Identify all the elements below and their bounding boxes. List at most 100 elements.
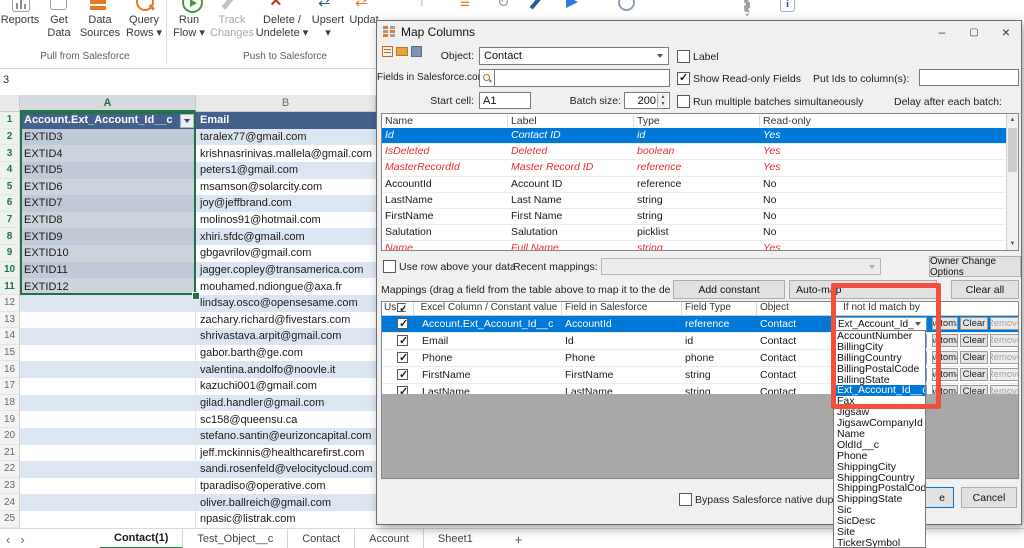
cell-a[interactable] [20, 378, 196, 395]
cell-b[interactable]: krishnasrinivas.mallela@gmail.com [196, 145, 376, 162]
match-option[interactable]: Fax [834, 396, 925, 407]
row-number[interactable]: 17 [0, 378, 20, 395]
scroll-down-icon[interactable]: ▼ [1007, 238, 1018, 250]
sheet-tab-active[interactable]: Contact(1) [100, 529, 182, 548]
row-clear-button[interactable]: Clear [960, 368, 988, 381]
row-automap-button[interactable]: Automa [932, 351, 958, 364]
sheet-row[interactable]: 22 sandi.rosenfeld@velocitycloud.com [0, 461, 376, 478]
row-number[interactable]: 8 [0, 228, 20, 245]
sheet-tab[interactable]: Account [354, 529, 423, 548]
row-number[interactable]: 22 [0, 461, 20, 478]
cell-b[interactable]: gbgavrilov@gmail.com [196, 245, 376, 262]
cell-a[interactable]: EXTID6 [20, 179, 196, 196]
sheet-row[interactable]: 10 EXTID11 jagger.copley@transamerica.co… [0, 262, 376, 279]
match-by-combobox[interactable]: Ext_Account_Id_ [834, 317, 927, 331]
col-header-type[interactable]: Type [634, 115, 760, 127]
auto-map-button[interactable]: Auto-map [789, 280, 937, 299]
row-number[interactable]: 13 [0, 312, 20, 329]
row-number[interactable]: 14 [0, 328, 20, 345]
sheet-row[interactable]: 19 sc158@queensu.ca [0, 411, 376, 428]
row-number[interactable]: 18 [0, 395, 20, 412]
row-automap-button[interactable]: Automa [932, 334, 958, 347]
close-button[interactable]: × [991, 22, 1021, 42]
col-header-object[interactable]: Object [757, 302, 832, 315]
sheet-row[interactable]: 8 EXTID9 xhiri.sfdc@gmail.com [0, 228, 376, 245]
run-multiple-checkbox[interactable] [677, 95, 690, 108]
table-header-a[interactable]: Account.Ext_Account_Id__c [20, 112, 196, 129]
sheet-row[interactable]: 9 EXTID10 gbgavrilov@gmail.com [0, 245, 376, 262]
fill-handle[interactable] [192, 292, 200, 300]
data-sources-button[interactable]: Data Sources [76, 14, 124, 39]
field-row[interactable]: Id Contact ID id Yes [382, 128, 1006, 144]
sheet-tab[interactable]: Contact [287, 529, 354, 548]
column-header-a[interactable]: A [20, 95, 196, 112]
use-row-checkbox[interactable] [397, 318, 408, 329]
batch-size-stepper[interactable]: 200 ▲▼ [624, 92, 670, 109]
cell-b[interactable]: msamson@solarcity.com [196, 179, 376, 196]
sheet-row[interactable]: 11 EXTID12 mouhamed.ndiongue@axa.fr [0, 278, 376, 295]
owner-change-options-button[interactable]: Owner Change Options [929, 256, 1021, 277]
cell-a[interactable] [20, 494, 196, 511]
delete-undelete-button[interactable]: Delete / Undelete ▾ [254, 14, 310, 39]
row-number[interactable]: 21 [0, 445, 20, 462]
prev-sheet-button[interactable]: ‹ [6, 532, 10, 547]
cell-b[interactable]: mouhamed.ndiongue@axa.fr [196, 278, 376, 295]
field-row[interactable]: Salutation Salutation picklist No [382, 225, 1006, 241]
match-option[interactable]: Ext_Account_Id__c [834, 385, 925, 396]
field-row[interactable]: IsDeleted Deleted boolean Yes [382, 144, 1006, 160]
field-row[interactable]: Name Full Name string Yes [382, 241, 1006, 251]
match-option[interactable]: BillingCountry [834, 353, 925, 364]
cell-b[interactable]: valentina.andolfo@noovle.it [196, 361, 376, 378]
sheet-row[interactable]: 14 shrivastava.arpit@gmail.com [0, 328, 376, 345]
get-data-button[interactable]: Get Data [42, 14, 76, 39]
scroll-up-icon[interactable]: ▲ [1007, 114, 1018, 126]
cell-b[interactable]: stefano.santin@eurizoncapital.com [196, 428, 376, 445]
row-clear-button[interactable]: Clear [960, 351, 988, 364]
cell-b[interactable]: xhiri.sfdc@gmail.com [196, 228, 376, 245]
cell-b[interactable]: npasic@listrak.com [196, 511, 376, 528]
row-number[interactable]: 4 [0, 162, 20, 179]
match-option[interactable]: OldId__c [834, 440, 925, 451]
start-cell-input[interactable]: A1 [479, 92, 531, 109]
cell-a[interactable] [20, 361, 196, 378]
object-combobox[interactable]: Contact [479, 47, 669, 65]
cell-b[interactable]: taralex77@gmail.com [196, 129, 376, 146]
next-sheet-button[interactable]: › [20, 532, 24, 547]
put-ids-input[interactable] [919, 69, 1019, 86]
sheet-row[interactable]: 15 gabor.barth@ge.com [0, 345, 376, 362]
recent-mappings-combobox[interactable] [601, 258, 881, 275]
match-option[interactable]: ShippingCity [834, 462, 925, 473]
match-option[interactable]: BillingPostalCode [834, 364, 925, 375]
fields-grid-scrollbar[interactable]: ▲ ▼ [1006, 114, 1018, 250]
cell-a[interactable]: EXTID7 [20, 195, 196, 212]
cell-a[interactable] [20, 511, 196, 528]
upsert-button[interactable]: Upsert ▾ [310, 14, 346, 39]
reports-button[interactable]: Reports [0, 14, 40, 27]
field-row[interactable]: FirstName First Name string No [382, 209, 1006, 225]
table-header-row[interactable]: 1 Account.Ext_Account_Id__c Email [0, 112, 376, 129]
row-number[interactable]: 6 [0, 195, 20, 212]
cell-b[interactable]: peters1@gmail.com [196, 162, 376, 179]
sheet-row[interactable]: 23 tparadiso@operative.com [0, 478, 376, 495]
menu-lines-icon[interactable]: ≡ [460, 0, 470, 13]
add-sheet-button[interactable]: + [515, 529, 523, 548]
row-number[interactable]: 2 [0, 129, 20, 146]
col-header-field[interactable]: Field in Salesforce [562, 302, 682, 315]
sheet-row[interactable]: 6 EXTID7 joy@jeffbrand.com [0, 195, 376, 212]
row-clear-button[interactable]: Clear [960, 317, 988, 330]
show-readonly-checkbox[interactable] [677, 72, 690, 85]
cell-b[interactable]: joy@jeffbrand.com [196, 195, 376, 212]
cell-b[interactable]: jagger.copley@transamerica.com [196, 262, 376, 279]
match-option[interactable]: AccountNumber [834, 331, 925, 342]
fields-search-input[interactable] [494, 69, 670, 87]
col-header-name[interactable]: Name [382, 115, 508, 127]
cell-b[interactable]: sc158@queensu.ca [196, 411, 376, 428]
cell-b[interactable]: zachary.richard@fivestars.com [196, 312, 376, 329]
sheet-tab[interactable]: Sheet1 [423, 529, 487, 548]
col-header-excel-column[interactable]: Excel Column / Constant value [414, 302, 562, 315]
sheet-row[interactable]: 21 jeff.mckinnis@healthcarefirst.com [0, 445, 376, 462]
cell-a[interactable] [20, 295, 196, 312]
refresh-icon[interactable]: ↻ [497, 0, 510, 11]
run-flow-button[interactable]: Run Flow ▾ [170, 14, 208, 39]
sheet-row[interactable]: 4 EXTID5 peters1@gmail.com [0, 162, 376, 179]
